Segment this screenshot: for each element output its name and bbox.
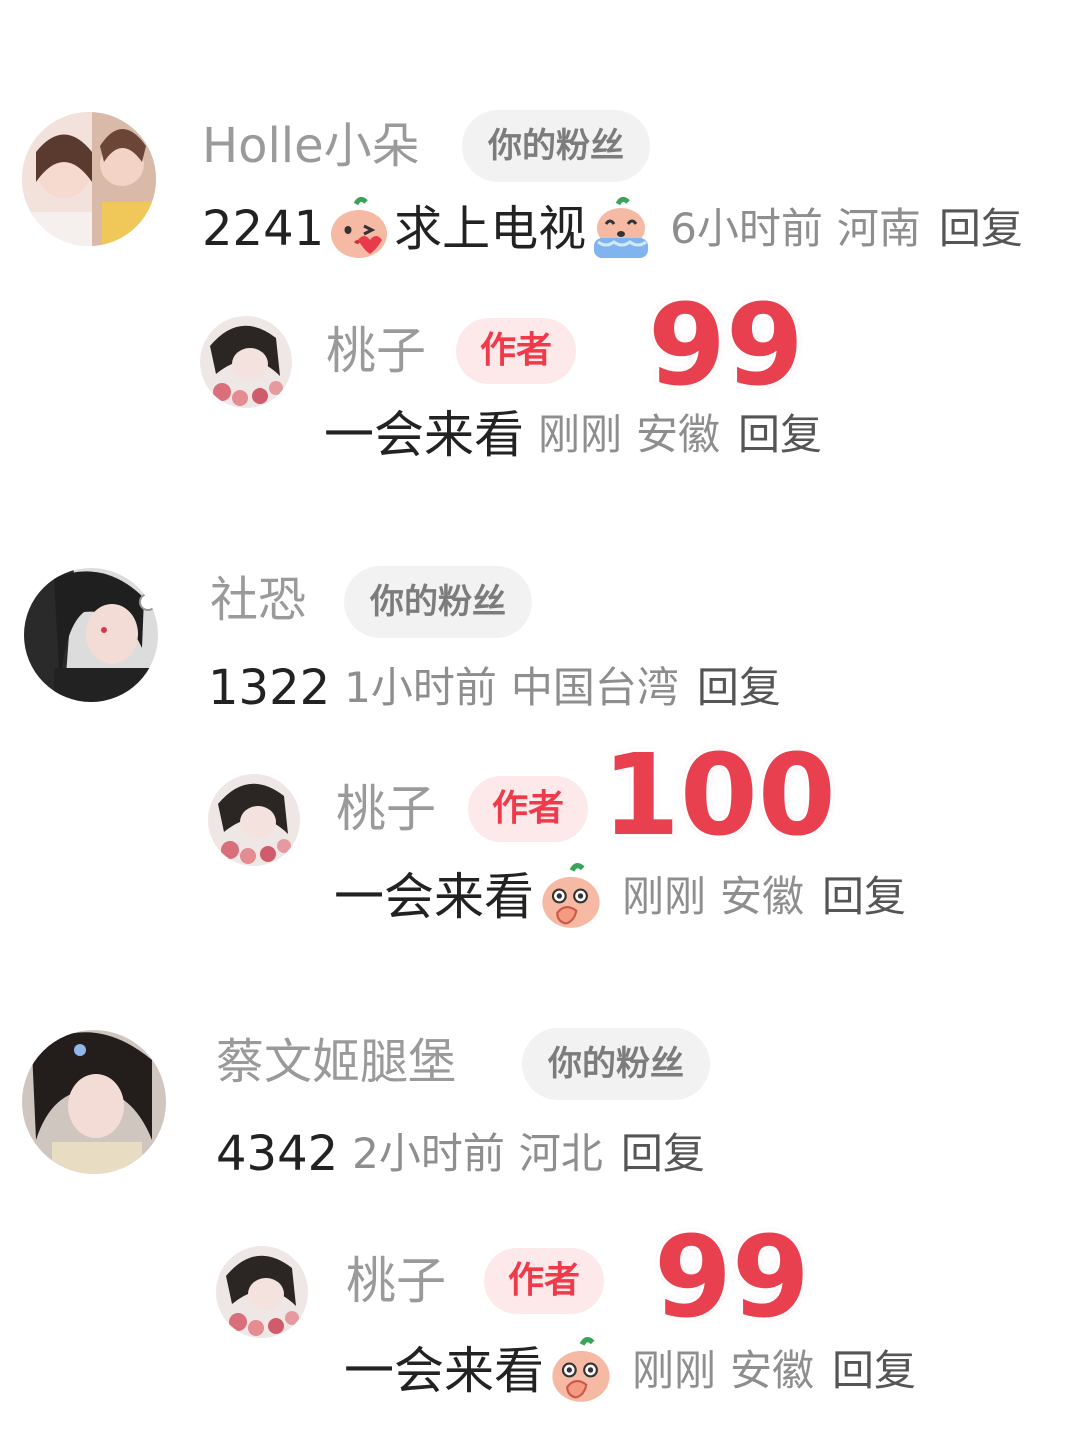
comment-text: 4342 bbox=[216, 1126, 339, 1182]
comment-text: 2241 bbox=[202, 201, 325, 257]
reply-body[interactable]: 一会来看 刚刚 安徽 回复 bbox=[334, 862, 906, 932]
covering-mouth-peach-emoji-icon bbox=[536, 862, 606, 932]
reply-time: 刚刚 bbox=[622, 872, 707, 921]
fan-badge: 你的粉丝 bbox=[344, 566, 532, 638]
overlay-number: 100 bbox=[602, 731, 836, 861]
avatar[interactable] bbox=[22, 112, 156, 246]
reply-username[interactable]: 桃子 bbox=[326, 326, 426, 376]
reply-body[interactable]: 一会来看 刚刚 安徽 回复 bbox=[324, 410, 822, 460]
comment-username[interactable]: 社恐 bbox=[210, 576, 306, 624]
reply-link[interactable]: 回复 bbox=[697, 667, 781, 709]
comment-location: 河北 bbox=[518, 1129, 603, 1178]
reply-location: 安徽 bbox=[720, 872, 805, 921]
comment-body[interactable]: 1322 1小时前 中国台湾 回复 bbox=[208, 664, 781, 712]
reply-location: 安徽 bbox=[730, 1346, 815, 1395]
overlay-number: 99 bbox=[654, 1213, 810, 1343]
reply-link[interactable]: 回复 bbox=[621, 1133, 705, 1175]
avatar[interactable] bbox=[24, 568, 158, 702]
reply-text: 一会来看 bbox=[334, 868, 534, 926]
reply-link[interactable]: 回复 bbox=[738, 414, 822, 456]
comment-text: 1322 bbox=[208, 660, 331, 716]
fan-badge: 你的粉丝 bbox=[522, 1028, 710, 1100]
avatar[interactable] bbox=[216, 1246, 308, 1338]
author-badge: 作者 bbox=[468, 776, 589, 842]
avatar[interactable] bbox=[208, 774, 300, 866]
reply-link[interactable]: 回复 bbox=[832, 1350, 916, 1392]
comment-body[interactable]: 4342 2小时前 河北 回复 bbox=[216, 1130, 705, 1178]
author-badge: 作者 bbox=[456, 318, 577, 384]
reply-link[interactable]: 回复 bbox=[939, 208, 1023, 250]
reply-username[interactable]: 桃子 bbox=[336, 784, 436, 834]
author-badge: 作者 bbox=[484, 1248, 605, 1314]
comment-location: 中国台湾 bbox=[510, 663, 679, 712]
comment-body[interactable]: 2241 求上电视 6小时前 河南 回复 bbox=[202, 196, 1023, 262]
overlay-number: 99 bbox=[648, 281, 804, 411]
covering-mouth-peach-emoji-icon bbox=[546, 1336, 616, 1406]
kiss-peach-emoji-icon bbox=[326, 196, 392, 262]
reply-location: 安徽 bbox=[636, 410, 721, 459]
reply-time: 刚刚 bbox=[538, 410, 623, 459]
reply-text: 一会来看 bbox=[324, 406, 524, 464]
avatar[interactable] bbox=[22, 1030, 166, 1174]
avatar[interactable] bbox=[200, 316, 292, 408]
comment-time: 6小时前 bbox=[670, 204, 823, 253]
comment-location: 河南 bbox=[836, 204, 921, 253]
comment-text: 求上电视 bbox=[394, 201, 587, 257]
crying-peach-emoji-icon bbox=[588, 196, 654, 262]
fan-badge: 你的粉丝 bbox=[462, 110, 650, 182]
reply-time: 刚刚 bbox=[632, 1346, 717, 1395]
comment-username[interactable]: Holle小朵 bbox=[202, 122, 420, 170]
comment-time: 1小时前 bbox=[344, 663, 497, 712]
comment-time: 2小时前 bbox=[352, 1129, 505, 1178]
comment-username[interactable]: 蔡文姬腿堡 bbox=[216, 1038, 456, 1086]
reply-username[interactable]: 桃子 bbox=[346, 1256, 446, 1306]
reply-body[interactable]: 一会来看 刚刚 安徽 回复 bbox=[344, 1336, 916, 1406]
reply-link[interactable]: 回复 bbox=[822, 876, 906, 918]
reply-text: 一会来看 bbox=[344, 1342, 544, 1400]
